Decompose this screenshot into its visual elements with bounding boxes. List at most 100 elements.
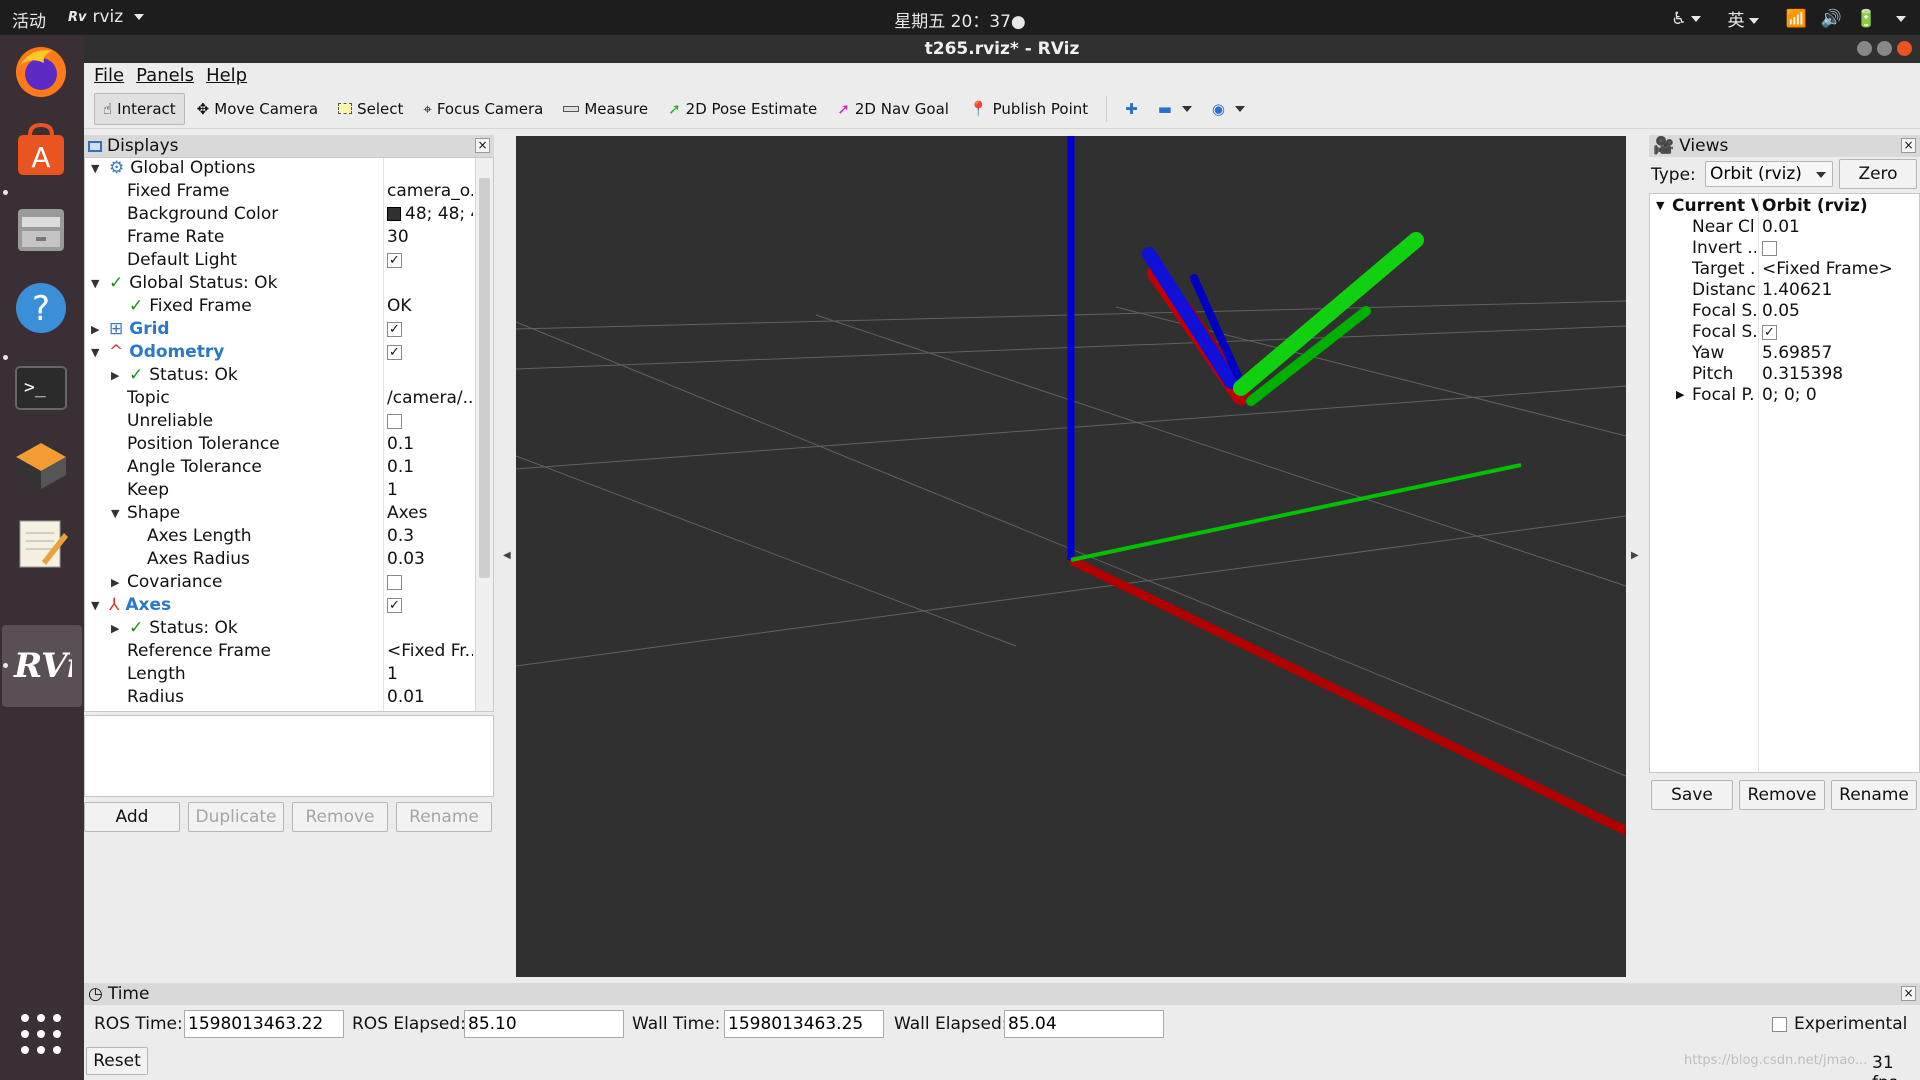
text-editor-icon[interactable] — [10, 513, 72, 575]
tree-row-fixed-frame[interactable]: Fixed Framecamera_o... — [85, 181, 485, 204]
remove-display-button[interactable]: Remove — [292, 802, 388, 832]
software-center-icon[interactable]: A — [10, 119, 72, 181]
view-type-select[interactable]: Orbit (rviz) — [1705, 161, 1833, 187]
menu-file[interactable]: File — [94, 63, 124, 89]
zero-button[interactable]: Zero — [1839, 159, 1917, 189]
tree-row-odometry[interactable]: ▼ ^ Odometry ✓ — [85, 342, 485, 365]
displays-scrollbar[interactable] — [475, 158, 493, 711]
tree-row-unreliable[interactable]: Unreliable — [85, 411, 485, 434]
clock[interactable]: 星期五 20：37● — [0, 7, 1920, 32]
wall-time-field[interactable]: 1598013463.25 — [724, 1010, 884, 1038]
render-viewport[interactable] — [516, 136, 1626, 977]
tree-row-focal-shape-fixed[interactable]: Focal S...✓ — [1650, 322, 1918, 343]
tree-row-length[interactable]: Length 1 — [85, 664, 485, 687]
tree-row-axes[interactable]: ▼ ⅄ Axes ✓ — [85, 595, 485, 618]
expand-arrow-icon[interactable]: ▼ — [1656, 199, 1664, 212]
input-method-indicator[interactable]: 英 — [1727, 6, 1760, 31]
menu-panels[interactable]: Panels — [136, 63, 194, 89]
firefox-icon[interactable] — [10, 41, 72, 103]
duplicate-display-button[interactable]: Duplicate — [188, 802, 284, 832]
tree-row-radius[interactable]: Radius 0.01 — [85, 687, 485, 710]
expand-arrow-icon[interactable]: ▼ — [91, 277, 99, 290]
rviz-icon[interactable]: RViz — [10, 633, 72, 695]
move-camera-tool-button[interactable]: ✥ Move Camera — [189, 93, 326, 125]
select-tool-button[interactable]: Select — [330, 93, 411, 125]
expand-arrow-icon[interactable]: ▼ — [111, 507, 119, 520]
tree-row-frame-rate[interactable]: Frame Rate 30 — [85, 227, 485, 250]
tree-row-angle-tolerance[interactable]: Angle Tolerance 0.1 — [85, 457, 485, 480]
tree-row-axes-status[interactable]: ▶ ✓ Status: Ok — [85, 618, 485, 641]
terminal-icon[interactable]: >_ — [10, 357, 72, 419]
checkbox[interactable]: ✓ — [387, 321, 402, 337]
displays-tree[interactable]: ▼⚙Global Options Fixed Framecamera_o... … — [84, 157, 494, 712]
rename-view-button[interactable]: Rename — [1831, 780, 1917, 810]
tree-row-invert[interactable]: Invert ... — [1650, 238, 1918, 259]
expand-arrow-icon[interactable]: ▶ — [91, 323, 99, 336]
collapse-left-arrow-icon[interactable]: ◀ — [503, 550, 511, 561]
expand-arrow-icon[interactable]: ▶ — [1676, 388, 1684, 401]
system-status-menu[interactable]: 📶 🔊 🔋 — [1785, 9, 1906, 29]
collapse-right-arrow-icon[interactable]: ▶ — [1631, 550, 1639, 561]
close-icon[interactable]: × — [475, 138, 490, 153]
pose-estimate-tool-button[interactable]: ➚ 2D Pose Estimate — [660, 93, 825, 125]
tree-row-current-view[interactable]: ▼ Current V... Orbit (rviz) — [1650, 196, 1918, 217]
remove-tool-button[interactable]: ▬ — [1150, 93, 1200, 125]
close-button[interactable] — [1897, 41, 1912, 56]
tree-row-reference-frame[interactable]: Reference Frame <Fixed Fr... — [85, 641, 485, 664]
tree-row-distance[interactable]: Distance1.40621 — [1650, 280, 1918, 301]
tree-row-position-tolerance[interactable]: Position Tolerance 0.1 — [85, 434, 485, 457]
maximize-button[interactable] — [1877, 41, 1892, 56]
experimental-checkbox[interactable] — [1772, 1017, 1787, 1032]
save-view-button[interactable]: Save — [1651, 780, 1733, 810]
tree-row-focal-shape-size[interactable]: Focal S...0.05 — [1650, 301, 1918, 322]
close-icon[interactable]: × — [1901, 138, 1916, 153]
publish-point-tool-button[interactable]: 📍 Publish Point — [961, 93, 1096, 125]
expand-arrow-icon[interactable]: ▶ — [111, 576, 119, 589]
tree-row-focal-point[interactable]: ▶Focal P...0; 0; 0 — [1650, 385, 1918, 406]
expand-arrow-icon[interactable]: ▼ — [91, 346, 99, 359]
expand-arrow-icon[interactable]: ▼ — [91, 599, 99, 612]
checkbox[interactable] — [1762, 240, 1777, 256]
tree-row-background-color[interactable]: Background Color48; 48; 48 — [85, 204, 485, 227]
checkbox[interactable] — [387, 574, 402, 590]
tree-row-covariance[interactable]: ▶ Covariance — [85, 572, 485, 595]
ros-elapsed-field[interactable]: 85.10 — [464, 1010, 624, 1038]
expand-arrow-icon[interactable]: ▶ — [111, 622, 119, 635]
tree-row-near-clip[interactable]: Near Cl...0.01 — [1650, 217, 1918, 238]
tree-row-global-status[interactable]: ▼ ✓ Global Status: Ok — [85, 273, 485, 296]
tree-row-keep[interactable]: Keep 1 — [85, 480, 485, 503]
tree-row-target-frame[interactable]: Target ...<Fixed Frame> — [1650, 259, 1918, 280]
minimize-button[interactable] — [1857, 41, 1872, 56]
window-titlebar[interactable]: t265.rviz* - RViz — [84, 35, 1920, 63]
interact-tool-button[interactable]: ☝ Interact — [94, 92, 185, 125]
tool-properties-button[interactable]: ◉ — [1204, 93, 1253, 125]
tree-row-global-options[interactable]: ▼ ⚙ Global Options — [85, 158, 485, 181]
tree-row-shape[interactable]: ▼ Shape Axes — [85, 503, 485, 526]
app-menu[interactable]: Rv rviz — [68, 7, 145, 27]
close-icon[interactable]: × — [1901, 986, 1916, 1001]
measure-tool-button[interactable]: Measure — [555, 93, 656, 125]
activities-button[interactable]: 活动 — [12, 7, 46, 32]
add-display-button[interactable]: Add — [84, 802, 180, 832]
checkbox[interactable]: ✓ — [387, 252, 402, 268]
help-icon[interactable]: ? — [10, 277, 72, 339]
accessibility-icon[interactable]: ♿ — [1671, 9, 1702, 29]
tree-row-default-light[interactable]: Default Light ✓ — [85, 250, 485, 273]
rename-display-button[interactable]: Rename — [396, 802, 492, 832]
tree-row-grid[interactable]: ▶ ⊞ Grid ✓ — [85, 319, 485, 342]
expand-arrow-icon[interactable]: ▼ — [91, 162, 99, 175]
checkbox[interactable]: ✓ — [387, 344, 402, 360]
ros-time-field[interactable]: 1598013463.22 — [184, 1010, 344, 1038]
virtualbox-icon[interactable] — [10, 435, 72, 497]
menu-help[interactable]: Help — [206, 63, 247, 89]
tree-row-topic[interactable]: Topic/camera/... — [85, 388, 485, 411]
tree-row-axes-length[interactable]: Axes Length 0.3 — [85, 526, 485, 549]
nav-goal-tool-button[interactable]: ➚ 2D Nav Goal — [829, 93, 957, 125]
files-icon[interactable] — [10, 197, 72, 259]
wall-elapsed-field[interactable]: 85.04 — [1004, 1010, 1164, 1038]
focus-camera-tool-button[interactable]: ⌖ Focus Camera — [415, 93, 551, 125]
remove-view-button[interactable]: Remove — [1739, 780, 1825, 810]
tree-row-pitch[interactable]: Pitch 0.315398 — [1650, 364, 1918, 385]
tree-row-odometry-status[interactable]: ▶ ✓ Status: Ok — [85, 365, 485, 388]
add-tool-button[interactable]: ✚ — [1117, 93, 1146, 125]
